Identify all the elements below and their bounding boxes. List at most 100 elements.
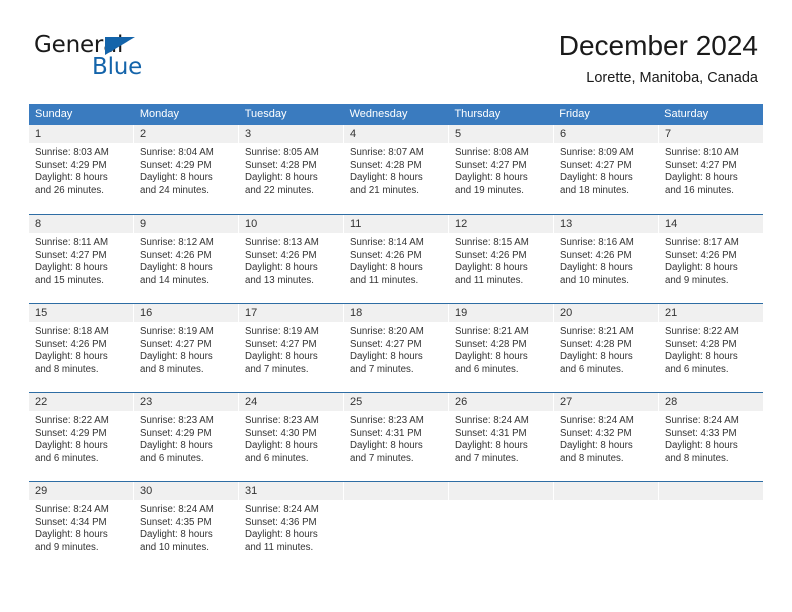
day-number: 28 (659, 393, 763, 411)
calendar-day-cell[interactable]: 20 Sunrise: 8:21 AM Sunset: 4:28 PM Dayligh… (554, 304, 659, 392)
calendar-day-cell[interactable]: 4 Sunrise: 8:07 AM Sunset: 4:28 PM Daylight… (344, 125, 449, 214)
day-sunrise-text: Sunrise: 8:24 AM (35, 504, 109, 515)
calendar-day-cell[interactable]: 16 Sunrise: 8:19 AM Sunset: 4:27 PM Dayligh… (134, 304, 239, 392)
calendar-day-cell[interactable]: 14 Sunrise: 8:17 AM Sunset: 4:26 PM Dayligh… (659, 215, 763, 303)
calendar-day-cell[interactable]: 30 Sunrise: 8:24 AM Sunset: 4:35 PM Dayligh… (134, 482, 239, 570)
day-daylight1-text: Daylight: 8 hours (245, 440, 318, 452)
day-number: 3 (239, 125, 343, 143)
calendar-day-cell[interactable]: 2 Sunrise: 8:04 AM Sunset: 4:29 PM Daylight… (134, 125, 239, 214)
day-sunrise-text: Sunrise: 8:23 AM (245, 415, 319, 426)
day-daylight1-text: Daylight: 8 hours (560, 172, 633, 184)
day-sunset-text: Sunset: 4:29 PM (35, 159, 107, 171)
day-details: Sunrise: 8:15 AM Sunset: 4:26 PM Daylight:… (449, 233, 553, 287)
day-daylight2-text: and 18 minutes. (560, 184, 629, 196)
day-number: 9 (134, 215, 238, 233)
calendar-day-cell[interactable]: 11 Sunrise: 8:14 AM Sunset: 4:26 PM Dayligh… (344, 215, 449, 303)
day-sunset-text: Sunset: 4:27 PM (245, 338, 317, 350)
day-sunrise-text: Sunrise: 8:22 AM (665, 326, 739, 337)
day-details: Sunrise: 8:09 AM Sunset: 4:27 PM Daylight:… (554, 143, 658, 197)
day-daylight2-text: and 9 minutes. (35, 541, 99, 553)
calendar-day-cell[interactable]: 5 Sunrise: 8:08 AM Sunset: 4:27 PM Daylight… (449, 125, 554, 214)
day-daylight2-text: and 6 minutes. (455, 363, 519, 375)
calendar-day-cell[interactable]: 28 Sunrise: 8:24 AM Sunset: 4:33 PM Dayligh… (659, 393, 763, 481)
calendar-day-cell[interactable]: 17 Sunrise: 8:19 AM Sunset: 4:27 PM Dayligh… (239, 304, 344, 392)
day-sunset-text: Sunset: 4:27 PM (455, 159, 527, 171)
calendar-day-cell[interactable]: 3 Sunrise: 8:05 AM Sunset: 4:28 PM Daylight… (239, 125, 344, 214)
day-daylight1-text: Daylight: 8 hours (140, 351, 213, 363)
day-sunrise-text: Sunrise: 8:18 AM (35, 326, 109, 337)
day-sunrise-text: Sunrise: 8:21 AM (560, 326, 634, 337)
day-sunset-text: Sunset: 4:28 PM (350, 159, 422, 171)
calendar-day-cell[interactable]: 19 Sunrise: 8:21 AM Sunset: 4:28 PM Dayligh… (449, 304, 554, 392)
day-daylight1-text: Daylight: 8 hours (665, 172, 738, 184)
day-daylight1-text: Daylight: 8 hours (455, 440, 528, 452)
calendar-day-cell[interactable]: 27 Sunrise: 8:24 AM Sunset: 4:32 PM Dayligh… (554, 393, 659, 481)
day-daylight2-text: and 6 minutes. (245, 452, 309, 464)
day-sunset-text: Sunset: 4:29 PM (35, 427, 107, 439)
day-daylight2-text: and 6 minutes. (140, 452, 204, 464)
calendar-day-cell[interactable]: 12 Sunrise: 8:15 AM Sunset: 4:26 PM Dayligh… (449, 215, 554, 303)
calendar-day-empty (449, 482, 554, 570)
day-number: 24 (239, 393, 343, 411)
brand-logo[interactable]: General Blue (34, 32, 244, 90)
day-sunrise-text: Sunrise: 8:10 AM (665, 147, 739, 158)
calendar-day-cell[interactable]: 24 Sunrise: 8:23 AM Sunset: 4:30 PM Dayligh… (239, 393, 344, 481)
calendar-day-cell[interactable]: 9 Sunrise: 8:12 AM Sunset: 4:26 PM Daylight… (134, 215, 239, 303)
calendar-day-cell[interactable]: 25 Sunrise: 8:23 AM Sunset: 4:31 PM Dayligh… (344, 393, 449, 481)
calendar-day-cell[interactable]: 23 Sunrise: 8:23 AM Sunset: 4:29 PM Dayligh… (134, 393, 239, 481)
day-sunrise-text: Sunrise: 8:15 AM (455, 237, 529, 248)
day-daylight2-text: and 16 minutes. (665, 184, 734, 196)
day-daylight2-text: and 6 minutes. (35, 452, 99, 464)
day-sunrise-text: Sunrise: 8:03 AM (35, 147, 109, 158)
day-daylight2-text: and 6 minutes. (665, 363, 729, 375)
day-number: 16 (134, 304, 238, 322)
day-number: 25 (344, 393, 448, 411)
day-number: 26 (449, 393, 553, 411)
day-sunrise-text: Sunrise: 8:21 AM (455, 326, 529, 337)
day-number: 17 (239, 304, 343, 322)
day-daylight1-text: Daylight: 8 hours (35, 440, 108, 452)
calendar-day-cell[interactable]: 10 Sunrise: 8:13 AM Sunset: 4:26 PM Dayligh… (239, 215, 344, 303)
calendar-day-cell[interactable]: 1 Sunrise: 8:03 AM Sunset: 4:29 PM Daylight… (29, 125, 134, 214)
weekday-monday: Monday (139, 108, 179, 120)
day-daylight2-text: and 8 minutes. (35, 363, 99, 375)
day-sunset-text: Sunset: 4:27 PM (140, 338, 212, 350)
day-sunset-text: Sunset: 4:27 PM (560, 159, 632, 171)
day-daylight1-text: Daylight: 8 hours (560, 440, 633, 452)
day-sunset-text: Sunset: 4:27 PM (350, 338, 422, 350)
day-sunset-text: Sunset: 4:26 PM (245, 249, 317, 261)
day-daylight2-text: and 6 minutes. (560, 363, 624, 375)
brand-name-blue: Blue (92, 54, 143, 80)
calendar-day-empty (554, 482, 659, 570)
weekday-saturday: Saturday (664, 108, 709, 120)
calendar-day-cell[interactable]: 15 Sunrise: 8:18 AM Sunset: 4:26 PM Dayligh… (29, 304, 134, 392)
day-number: 20 (554, 304, 658, 322)
day-sunrise-text: Sunrise: 8:20 AM (350, 326, 424, 337)
calendar-day-cell[interactable]: 22 Sunrise: 8:22 AM Sunset: 4:29 PM Dayligh… (29, 393, 134, 481)
day-daylight1-text: Daylight: 8 hours (560, 262, 633, 274)
calendar-day-cell[interactable]: 7 Sunrise: 8:10 AM Sunset: 4:27 PM Daylight… (659, 125, 763, 214)
day-number: 22 (29, 393, 133, 411)
calendar-day-cell[interactable]: 6 Sunrise: 8:09 AM Sunset: 4:27 PM Daylight… (554, 125, 659, 214)
day-sunrise-text: Sunrise: 8:17 AM (665, 237, 739, 248)
day-number: 21 (659, 304, 763, 322)
day-sunrise-text: Sunrise: 8:24 AM (665, 415, 739, 426)
calendar-day-cell[interactable]: 13 Sunrise: 8:16 AM Sunset: 4:26 PM Dayligh… (554, 215, 659, 303)
day-details: Sunrise: 8:18 AM Sunset: 4:26 PM Daylight:… (29, 322, 133, 376)
calendar-day-cell[interactable]: 31 Sunrise: 8:24 AM Sunset: 4:36 PM Dayligh… (239, 482, 344, 570)
calendar-day-cell[interactable]: 26 Sunrise: 8:24 AM Sunset: 4:31 PM Dayligh… (449, 393, 554, 481)
day-details: Sunrise: 8:24 AM Sunset: 4:35 PM Daylight:… (134, 500, 238, 554)
day-sunset-text: Sunset: 4:31 PM (455, 427, 527, 439)
day-number (659, 482, 763, 500)
day-details: Sunrise: 8:23 AM Sunset: 4:30 PM Daylight:… (239, 411, 343, 465)
calendar-day-cell[interactable]: 21 Sunrise: 8:22 AM Sunset: 4:28 PM Dayligh… (659, 304, 763, 392)
calendar-day-cell[interactable]: 29 Sunrise: 8:24 AM Sunset: 4:34 PM Dayligh… (29, 482, 134, 570)
day-daylight2-text: and 10 minutes. (560, 274, 629, 286)
calendar-day-cell[interactable]: 8 Sunrise: 8:11 AM Sunset: 4:27 PM Daylight… (29, 215, 134, 303)
day-details: Sunrise: 8:05 AM Sunset: 4:28 PM Daylight:… (239, 143, 343, 197)
page-header: General Blue December 2024 Lorette, Mani… (34, 28, 758, 98)
day-sunset-text: Sunset: 4:32 PM (560, 427, 632, 439)
day-daylight2-text: and 8 minutes. (560, 452, 624, 464)
calendar-day-cell[interactable]: 18 Sunrise: 8:20 AM Sunset: 4:27 PM Dayligh… (344, 304, 449, 392)
day-sunrise-text: Sunrise: 8:24 AM (140, 504, 214, 515)
